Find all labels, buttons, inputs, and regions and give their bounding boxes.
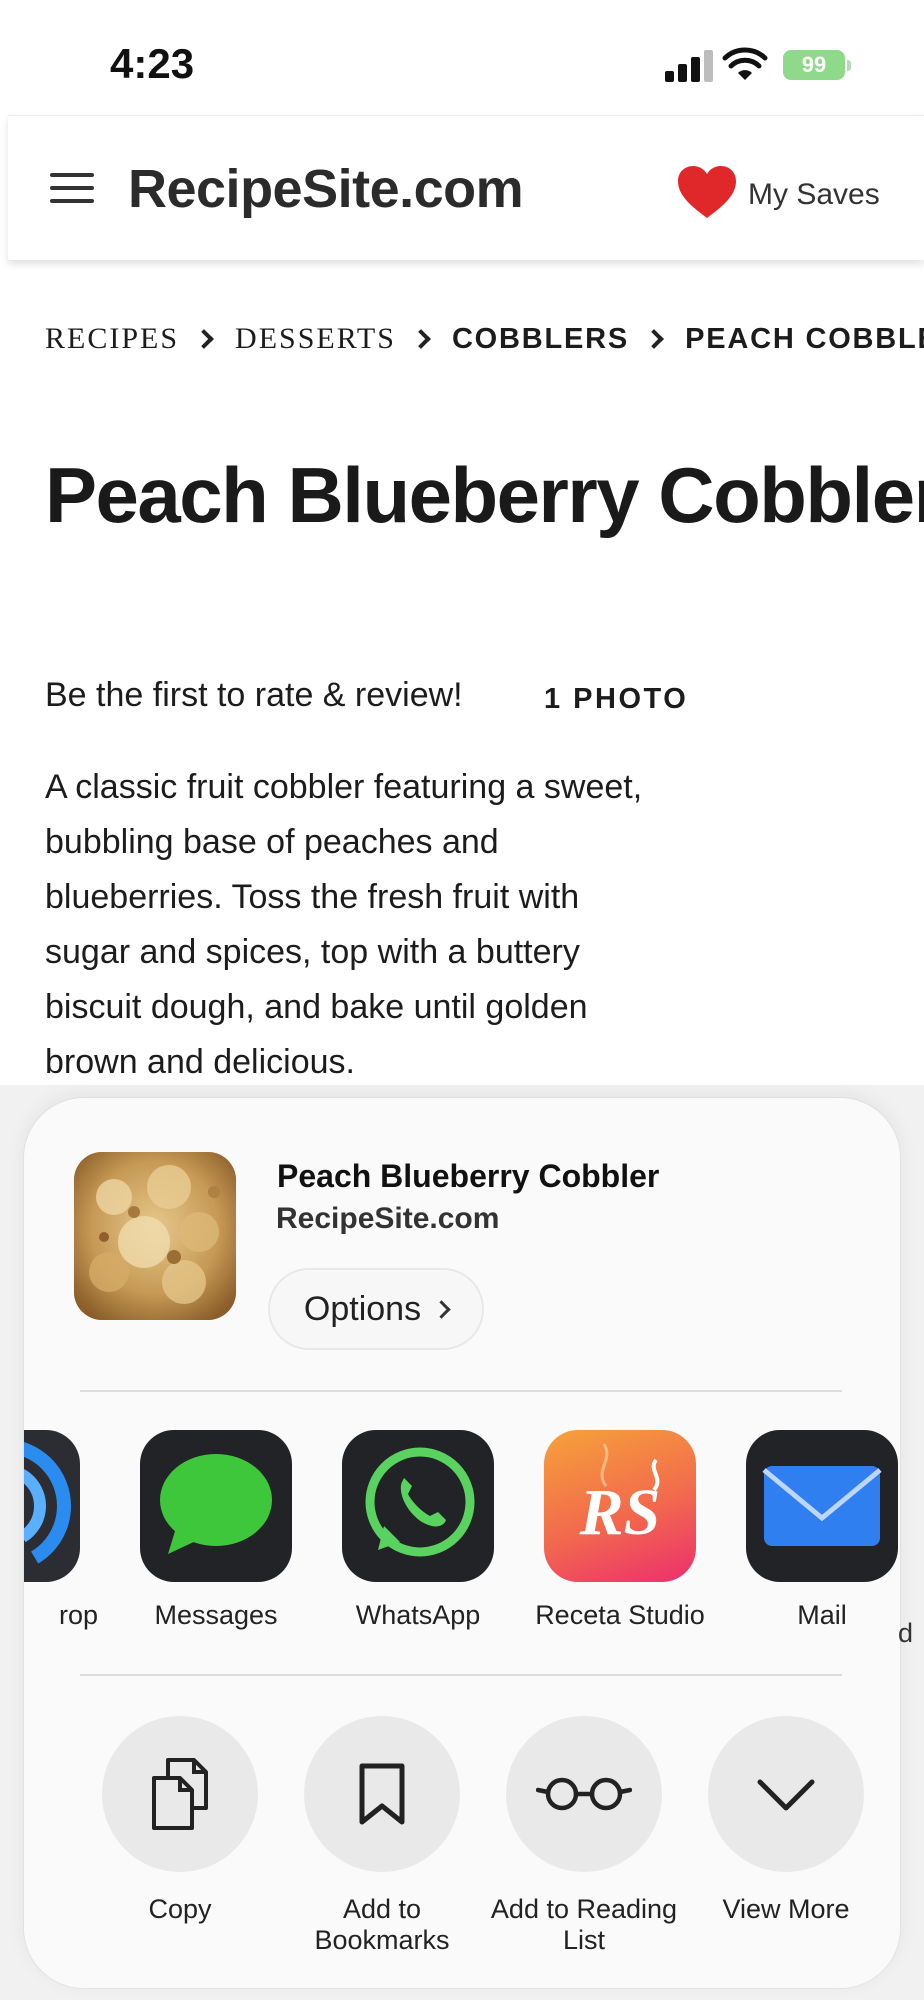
whatsapp-icon bbox=[342, 1430, 494, 1582]
action-label: Copy bbox=[148, 1894, 212, 1924]
breadcrumb-recipes[interactable]: RECIPES bbox=[45, 322, 179, 356]
copy-button[interactable] bbox=[102, 1716, 258, 1872]
copy-action[interactable]: Copy bbox=[80, 1716, 280, 1925]
divider bbox=[80, 1390, 842, 1392]
action-label: Add to Bookmarks bbox=[314, 1894, 450, 1955]
bookmark-icon bbox=[359, 1763, 405, 1825]
chevron-right-icon bbox=[432, 1299, 451, 1319]
copy-icon bbox=[152, 1758, 208, 1830]
offscreen-app-label: d bbox=[898, 1618, 914, 1648]
recipe-description: A classic fruit cobbler featuring a swee… bbox=[45, 768, 643, 1081]
divider bbox=[80, 1674, 842, 1676]
chevron-right-icon bbox=[194, 329, 214, 349]
photo-count-link[interactable]: 1 PHOTO bbox=[544, 683, 688, 716]
app-label: Messages bbox=[154, 1600, 278, 1630]
glasses-icon bbox=[536, 1777, 632, 1811]
wifi-icon bbox=[722, 47, 768, 80]
battery-icon: 99 bbox=[783, 50, 851, 80]
share-sheet: Peach Blueberry Cobbler RecipeSite.com O… bbox=[24, 1098, 900, 1988]
options-button[interactable]: Options bbox=[268, 1268, 484, 1350]
breadcrumb-desserts[interactable]: DESSERTS bbox=[235, 322, 396, 356]
app-label: rop bbox=[58, 1600, 98, 1630]
bookmark-button[interactable] bbox=[304, 1716, 460, 1872]
mail-icon bbox=[746, 1430, 898, 1582]
share-site: RecipeSite.com bbox=[276, 1202, 500, 1235]
app-label: WhatsApp bbox=[355, 1600, 481, 1630]
options-label: Options bbox=[303, 1289, 422, 1328]
page-title: Peach Blueberry Cobbler bbox=[45, 451, 924, 539]
share-app-whatsapp[interactable]: WhatsApp bbox=[318, 1430, 518, 1631]
add-to-bookmarks-action[interactable]: Add to Bookmarks bbox=[282, 1716, 482, 1956]
share-app-airdrop[interactable]: rop bbox=[24, 1430, 104, 1631]
action-label: Add to Reading List bbox=[490, 1894, 678, 1955]
view-more-button[interactable] bbox=[708, 1716, 864, 1872]
share-actions-row: Copy Add to Bookmarks Add to Reading Lis… bbox=[24, 1716, 900, 1976]
recipe-thumbnail bbox=[74, 1152, 236, 1320]
svg-text:RS: RS bbox=[579, 1476, 661, 1549]
cellular-signal-icon bbox=[665, 50, 713, 82]
chevron-right-icon bbox=[644, 329, 664, 349]
chevron-down-icon bbox=[757, 1779, 815, 1811]
share-app-mail[interactable]: Mail bbox=[722, 1430, 900, 1631]
share-title: Peach Blueberry Cobbler bbox=[277, 1158, 660, 1194]
rate-review-link[interactable]: Be the first to rate & review! bbox=[45, 676, 463, 715]
my-saves-link[interactable]: My Saves bbox=[748, 178, 880, 212]
site-header: RecipeSite.com My Saves bbox=[8, 115, 924, 260]
status-bar: 4:23 99 bbox=[0, 0, 924, 115]
breadcrumb-peach-cobbler[interactable]: PEACH COBBLER bbox=[685, 323, 924, 356]
app-label: Mail bbox=[797, 1600, 847, 1630]
site-logo-text[interactable]: RecipeSite.com bbox=[128, 158, 524, 220]
breadcrumb-cobblers[interactable]: COBBLERS bbox=[452, 323, 629, 356]
menu-icon[interactable] bbox=[50, 173, 94, 203]
chevron-right-icon bbox=[411, 329, 431, 349]
action-label: View More bbox=[722, 1894, 850, 1924]
share-app-messages[interactable]: Messages bbox=[116, 1430, 316, 1631]
view-more-action[interactable]: View More bbox=[686, 1716, 886, 1925]
breadcrumb: RECIPES DESSERTS COBBLERS PEACH COBBLER bbox=[45, 322, 924, 356]
receta-studio-icon: RS bbox=[544, 1430, 696, 1582]
messages-icon bbox=[140, 1430, 292, 1582]
add-to-reading-list-action[interactable]: Add to Reading List bbox=[484, 1716, 684, 1956]
reading-list-button[interactable] bbox=[506, 1716, 662, 1872]
share-app-receta-studio[interactable]: RS Receta Studio bbox=[520, 1430, 720, 1631]
share-apps-row: rop Messages WhatsApp RS Receta Studio M… bbox=[24, 1430, 900, 1640]
heart-icon[interactable] bbox=[678, 166, 736, 220]
airdrop-icon bbox=[24, 1430, 80, 1582]
app-label: Receta Studio bbox=[535, 1600, 705, 1630]
battery-level: 99 bbox=[801, 52, 827, 77]
status-time: 4:23 bbox=[110, 40, 195, 87]
